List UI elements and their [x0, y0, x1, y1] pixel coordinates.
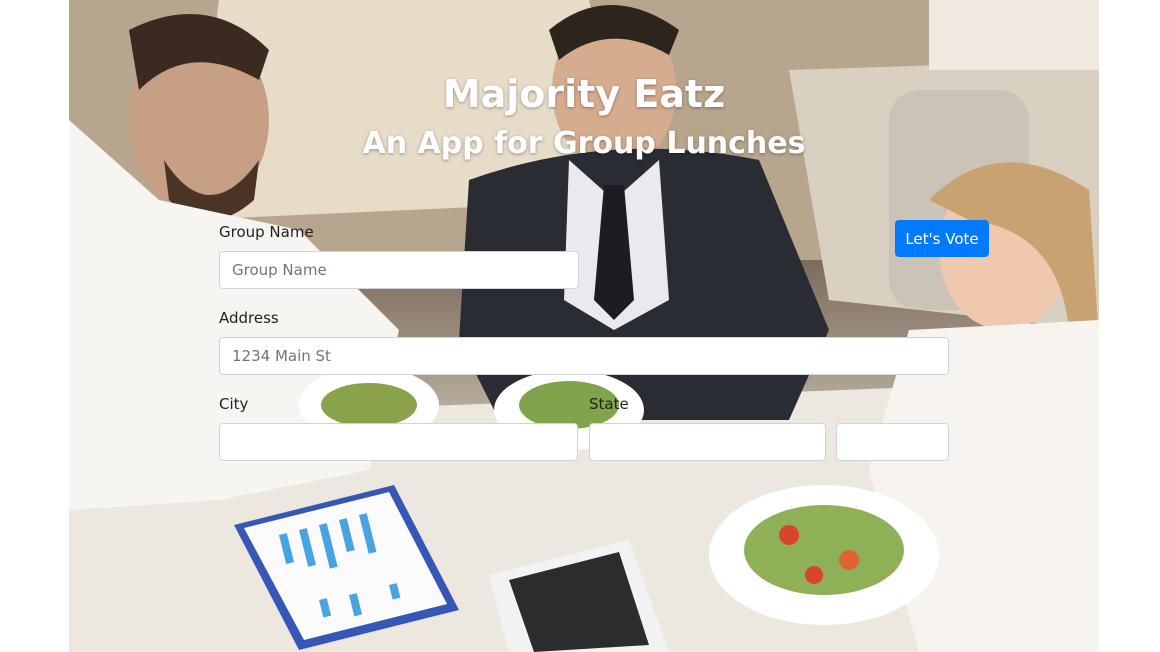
group-name-input[interactable] — [219, 251, 579, 289]
city-label: City — [219, 395, 249, 413]
zip-input[interactable] — [836, 423, 949, 461]
group-name-label: Group Name — [219, 223, 314, 241]
app-subtitle: An App for Group Lunches — [362, 126, 806, 161]
state-label: State — [589, 395, 629, 413]
app-title: Majority Eatz — [442, 72, 726, 116]
address-label: Address — [219, 309, 279, 327]
state-input[interactable] — [589, 423, 826, 461]
lets-vote-button[interactable]: Let's Vote — [895, 220, 989, 257]
city-input[interactable] — [219, 423, 578, 461]
address-input[interactable] — [219, 337, 949, 375]
